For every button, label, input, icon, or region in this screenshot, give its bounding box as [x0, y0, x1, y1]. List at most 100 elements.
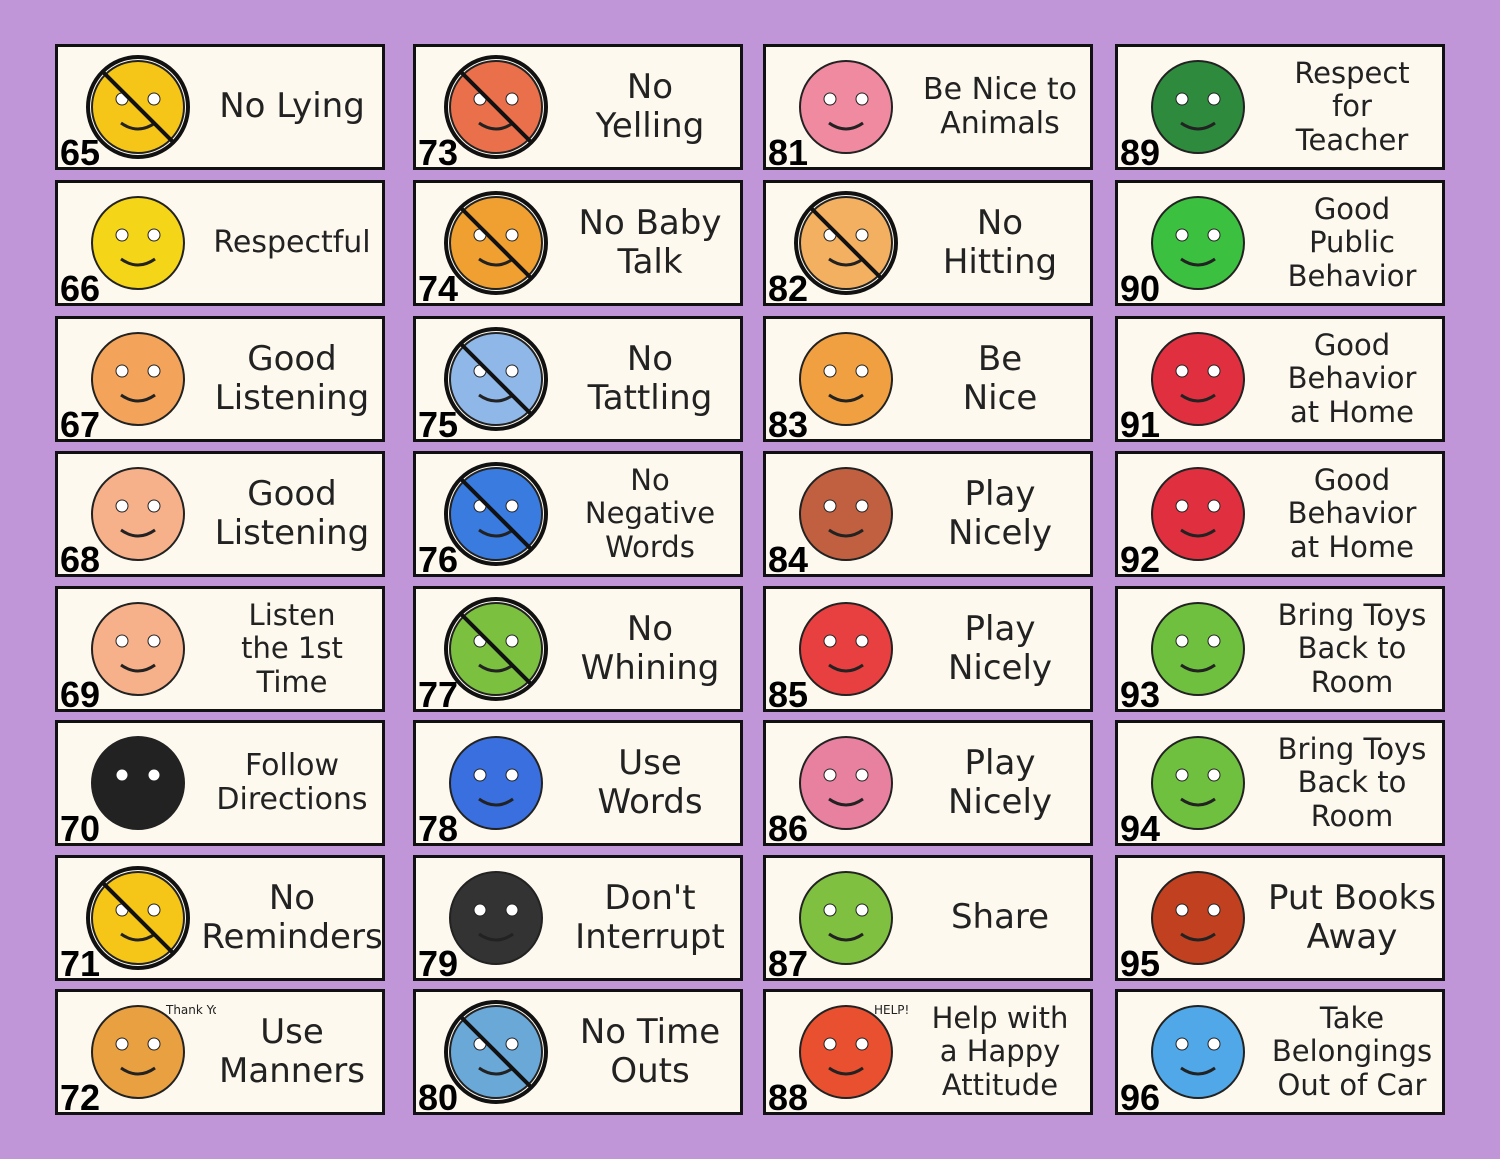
card-label-line: Use — [260, 1011, 324, 1052]
card-label-line: at Home — [1289, 394, 1414, 429]
card-label-line: No — [626, 338, 674, 379]
card-label-line: Room — [1310, 798, 1394, 833]
card-number: 89 — [1120, 132, 1161, 173]
card-label-line: No Time — [579, 1011, 721, 1052]
card-label: Respect for Teacher — [1268, 47, 1436, 167]
card-number: 75 — [418, 404, 459, 445]
card-label-line: Manners — [219, 1051, 365, 1091]
card-number: 95 — [1120, 943, 1161, 984]
card-number: 83 — [768, 404, 809, 445]
behavior-card-86: Play Nicely 86 — [763, 720, 1093, 849]
behavior-card-70: Follow Directions 70 — [55, 720, 385, 849]
card-label: No Reminders — [201, 858, 382, 978]
card-label-line: Use — [618, 742, 682, 783]
card-number: 71 — [60, 943, 101, 984]
card-number: 74 — [418, 268, 459, 309]
behavior-card-73: No Yelling 73 — [413, 44, 743, 171]
behavior-card-80: No Time Outs 80 — [413, 989, 743, 1118]
behavior-card-82: No Hitting 82 — [763, 180, 1093, 307]
behavior-card-93: Bring Toys Back to Room 93 — [1115, 586, 1445, 713]
card-label-line: Good — [247, 338, 337, 379]
behavior-card-67: Good Listening 67 — [55, 316, 385, 445]
card-number: 67 — [60, 404, 101, 445]
card-label-line: Attitude — [941, 1067, 1059, 1102]
card-label: Don't Interrupt — [566, 858, 734, 978]
card-label-line: Respectful — [213, 224, 371, 260]
card-label: No Time Outs — [566, 992, 734, 1112]
card-number: 90 — [1120, 268, 1161, 309]
card-label-line: Room — [1310, 664, 1394, 699]
card-number: 65 — [60, 132, 101, 173]
card-label: Be Nice — [916, 319, 1084, 439]
card-label-line: No Lying — [219, 86, 365, 127]
card-label: Be Nice to Animals — [916, 47, 1084, 167]
behavior-card-92: Good Behavior at Home 92 — [1115, 451, 1445, 578]
behavior-card-74: No Baby Talk 74 — [413, 180, 743, 309]
card-label: Bring Toys Back to Room — [1268, 723, 1436, 843]
behavior-card-65: No Lying 65 — [55, 44, 385, 173]
card-number: 80 — [418, 1077, 459, 1118]
card-label-line: a Happy — [939, 1034, 1061, 1069]
card-label-line: Good — [247, 473, 337, 514]
card-number: 70 — [60, 808, 101, 849]
card-label: Good Behavior at Home — [1268, 454, 1436, 574]
card-label-line: Nicely — [947, 513, 1053, 553]
card-label-line: Time — [256, 664, 328, 699]
card-number: 86 — [768, 808, 809, 849]
card-label-line: Hitting — [942, 242, 1058, 282]
card-label: Use Words — [566, 723, 734, 843]
card-label: No Whining — [566, 589, 734, 709]
card-label-line: No — [626, 66, 674, 107]
card-number: 79 — [418, 943, 459, 984]
card-label-line: Whining — [580, 648, 720, 688]
card-label-line: Interrupt — [575, 917, 725, 957]
card-label: Good Behavior at Home — [1268, 319, 1436, 439]
behavior-card-88: HELP! Help with a Happy Attitude 88 — [763, 989, 1093, 1118]
card-label: No Baby Talk — [566, 183, 734, 303]
card-label-line: Words — [605, 529, 695, 564]
card-label: Bring Toys Back to Room — [1268, 589, 1436, 709]
behavior-card-83: Be Nice 83 — [763, 316, 1093, 445]
card-label-line: No Baby — [578, 202, 722, 243]
card-label: Listen the 1st Time — [208, 589, 376, 709]
behavior-card-68: Good Listening 68 — [55, 451, 385, 580]
card-label-line: Play — [964, 742, 1036, 783]
card-number: 78 — [418, 808, 459, 849]
illustration-note: HELP! — [874, 1003, 909, 1017]
card-label: Play Nicely — [916, 454, 1084, 574]
behavior-card-85: Play Nicely 85 — [763, 586, 1093, 715]
card-number: 96 — [1120, 1077, 1161, 1118]
behavior-card-66: Respectful 66 — [55, 180, 385, 307]
card-label: Respectful — [208, 183, 376, 303]
card-label-line: Belongings — [1271, 1034, 1433, 1069]
card-label-line: Take — [1319, 1000, 1385, 1035]
card-number: 88 — [768, 1077, 809, 1118]
card-label: No Yelling — [566, 47, 734, 167]
card-label-line: Bring Toys — [1277, 731, 1427, 766]
card-number: 68 — [60, 539, 101, 580]
card-label-line: Be Nice to — [923, 71, 1077, 107]
card-label-line: Negative — [584, 496, 716, 531]
card-number: 81 — [768, 132, 809, 173]
card-label-line: Don't — [604, 877, 696, 918]
card-label-line: Public — [1309, 225, 1395, 260]
card-label-line: Be — [977, 338, 1023, 379]
card-label-line: at Home — [1289, 529, 1414, 564]
card-label-line: Out of Car — [1277, 1067, 1427, 1102]
card-label-line: Listen — [248, 597, 336, 632]
card-label-line: No — [268, 877, 316, 918]
card-label-line: Talk — [617, 242, 683, 282]
card-label-line: Yelling — [595, 106, 705, 146]
behavior-card-69: Listen the 1st Time 69 — [55, 586, 385, 713]
card-number: 72 — [60, 1077, 101, 1118]
card-label: Play Nicely — [916, 723, 1084, 843]
behavior-card-96: Take Belongings Out of Car 96 — [1115, 989, 1445, 1118]
card-number: 85 — [768, 674, 809, 715]
card-label-line: Put Books — [1268, 877, 1436, 918]
card-label-line: Nicely — [947, 648, 1053, 688]
card-label: Use Manners — [208, 992, 376, 1112]
card-label: Good Listening — [208, 319, 376, 439]
behavior-card-91: Good Behavior at Home 91 — [1115, 316, 1445, 443]
behavior-card-71: No Reminders 71 — [55, 855, 385, 984]
card-label-line: Nicely — [947, 782, 1053, 822]
